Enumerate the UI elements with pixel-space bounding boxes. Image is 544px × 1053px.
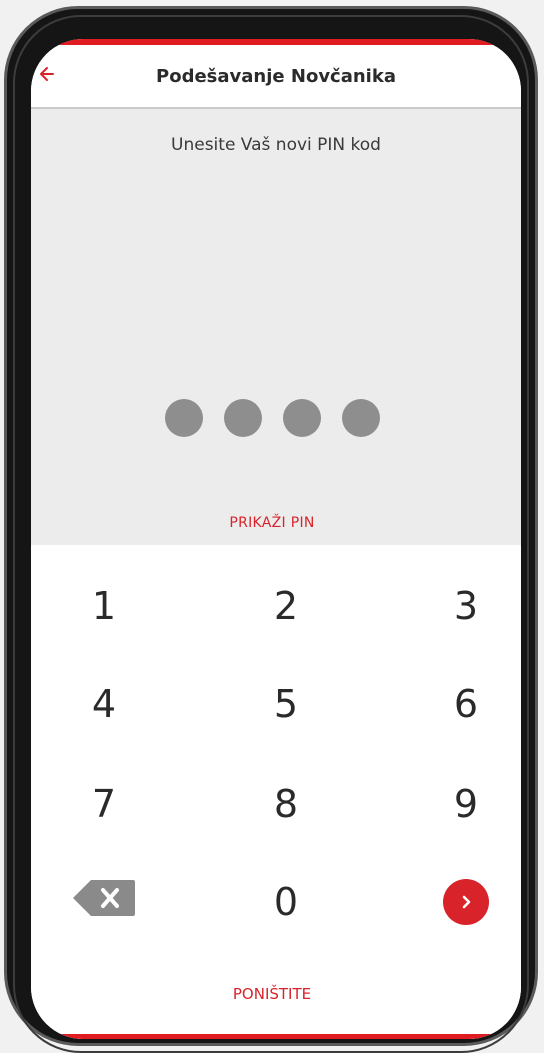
pin-entry-area: Unesite Vaš novi PIN kod PRIKAŽI PIN: [31, 109, 521, 545]
chevron-right-icon: [443, 879, 489, 925]
next-button[interactable]: [421, 867, 511, 937]
backspace-icon: [71, 878, 137, 927]
pin-dots: [31, 399, 517, 437]
phone-frame: Podešavanje Novčanika Unesite Vaš novi P…: [4, 6, 538, 1053]
key-2[interactable]: 2: [241, 571, 331, 641]
numeric-keypad: 1 2 3 4 5 6 7 8 9 0 PONIŠTITE: [31, 545, 521, 1039]
pin-dot: [282, 399, 321, 437]
key-6[interactable]: 6: [421, 669, 511, 739]
key-7[interactable]: 7: [59, 769, 149, 839]
back-arrow-icon[interactable]: [37, 65, 55, 83]
pin-dot: [223, 399, 262, 437]
show-pin-button[interactable]: PRIKAŽI PIN: [31, 515, 517, 531]
cancel-button[interactable]: PONIŠTITE: [31, 985, 517, 1003]
phone-screen: Podešavanje Novčanika Unesite Vaš novi P…: [31, 39, 521, 1039]
pin-dot: [164, 399, 203, 437]
key-8[interactable]: 8: [241, 769, 331, 839]
app-header: Podešavanje Novčanika: [31, 45, 521, 109]
key-0[interactable]: 0: [241, 867, 331, 937]
key-9[interactable]: 9: [421, 769, 511, 839]
pin-dot: [341, 399, 380, 437]
key-3[interactable]: 3: [421, 571, 511, 641]
backspace-button[interactable]: [59, 867, 149, 937]
key-5[interactable]: 5: [241, 669, 331, 739]
pin-prompt: Unesite Vaš novi PIN kod: [171, 135, 381, 155]
key-1[interactable]: 1: [59, 571, 149, 641]
bottom-accent-bar: [31, 1034, 521, 1039]
key-4[interactable]: 4: [59, 669, 149, 739]
page-title: Podešavanje Novčanika: [156, 65, 396, 87]
